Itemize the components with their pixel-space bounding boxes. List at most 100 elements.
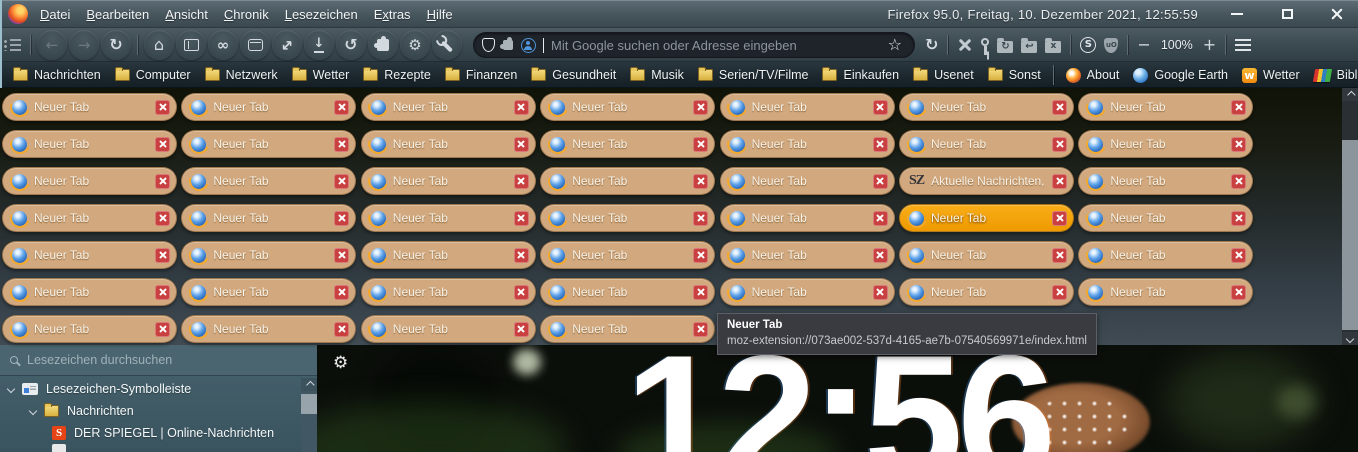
- tab-close-button[interactable]: [334, 99, 350, 115]
- bookmark-folder-nachrichten[interactable]: Nachrichten: [6, 64, 108, 86]
- tab-close-button[interactable]: [872, 284, 888, 300]
- tab-close-button[interactable]: [1052, 136, 1067, 152]
- addon-puzzle-button[interactable]: [368, 30, 398, 60]
- back-button[interactable]: [37, 30, 67, 60]
- tab-close-button[interactable]: [693, 247, 709, 263]
- bookmark-about[interactable]: About: [1059, 64, 1127, 86]
- tab-close-button[interactable]: [1052, 173, 1067, 189]
- minimize-button[interactable]: [1224, 5, 1250, 23]
- scroll-up-button[interactable]: [1342, 88, 1358, 101]
- menu-item-ansicht[interactable]: Ansicht: [157, 4, 216, 25]
- tab-item[interactable]: Neuer Tab: [2, 93, 177, 121]
- tab-close-button[interactable]: [155, 210, 170, 226]
- zoom-out-button[interactable]: [1133, 30, 1154, 60]
- hamburger-menu-button[interactable]: [1231, 30, 1255, 60]
- tab-item[interactable]: Neuer Tab: [1078, 278, 1254, 306]
- scroll-up-button[interactable]: [301, 378, 317, 391]
- forward-button[interactable]: [69, 30, 99, 60]
- tab-item[interactable]: Neuer Tab: [360, 167, 536, 195]
- tab-close-button[interactable]: [872, 247, 888, 263]
- tab-close-button[interactable]: [334, 136, 350, 152]
- tab-item[interactable]: Neuer Tab: [540, 130, 716, 158]
- tab-close-button[interactable]: [872, 210, 888, 226]
- folder-sync-button[interactable]: [993, 30, 1017, 60]
- infinity-button[interactable]: [208, 30, 238, 60]
- tree-item-lesezeichen-symbolleiste[interactable]: Lesezeichen-Symbolleiste: [0, 378, 301, 400]
- bookmark-folder-einkaufen[interactable]: Einkaufen: [815, 64, 906, 86]
- bookmark-folder-musik[interactable]: Musik: [623, 64, 691, 86]
- menu-item-hilfe[interactable]: Hilfe: [419, 4, 461, 25]
- tab-item[interactable]: Neuer Tab: [1078, 241, 1254, 269]
- window-box-button[interactable]: [240, 30, 270, 60]
- tab-close-button[interactable]: [1052, 247, 1067, 263]
- tab-item[interactable]: Neuer Tab: [360, 130, 536, 158]
- tab-item[interactable]: Neuer Tab: [360, 241, 536, 269]
- menu-item-chronik[interactable]: Chronik: [216, 4, 277, 25]
- bookmark-star-button[interactable]: [884, 30, 906, 60]
- tab-item[interactable]: Neuer Tab: [719, 167, 895, 195]
- bookmark-folder-finanzen[interactable]: Finanzen: [438, 64, 524, 86]
- zoom-in-button[interactable]: [1199, 30, 1220, 60]
- tab-grid-scrollbar[interactable]: [1342, 88, 1358, 345]
- scroll-down-button[interactable]: [1342, 332, 1358, 345]
- sidebar-search[interactable]: [0, 345, 317, 376]
- download-button[interactable]: [304, 30, 334, 60]
- tab-item[interactable]: Neuer Tab: [2, 315, 177, 343]
- tab-close-button[interactable]: [693, 210, 709, 226]
- tab-item[interactable]: Neuer Tab: [360, 278, 536, 306]
- tab-item[interactable]: Neuer Tab: [1078, 167, 1254, 195]
- sidebar-search-input[interactable]: [27, 353, 307, 367]
- history-button[interactable]: [336, 30, 366, 60]
- tab-item[interactable]: Neuer Tab: [719, 93, 895, 121]
- tab-item[interactable]: Neuer Tab: [1078, 204, 1254, 232]
- tab-close-button[interactable]: [334, 321, 350, 337]
- list-menu-button[interactable]: [0, 30, 25, 60]
- tracker-blue-button[interactable]: [521, 30, 536, 60]
- tab-close-button[interactable]: [513, 99, 529, 115]
- scrollbar-thumb[interactable]: [1342, 140, 1358, 330]
- tab-close-button[interactable]: [155, 99, 170, 115]
- tab-close-button[interactable]: [1231, 136, 1247, 152]
- tab-item[interactable]: Neuer Tab: [2, 204, 177, 232]
- folder-close-button[interactable]: [1041, 30, 1065, 60]
- tab-item[interactable]: Neuer Tab: [540, 278, 716, 306]
- bookmark-folder-rezepte[interactable]: Rezepte: [356, 64, 438, 86]
- ublock-shield-button[interactable]: [1100, 30, 1122, 60]
- tab-close-button[interactable]: [693, 136, 709, 152]
- tab-item[interactable]: Neuer Tab: [2, 241, 177, 269]
- tab-item[interactable]: Neuer Tab: [719, 278, 895, 306]
- tab-item[interactable]: Neuer Tab: [360, 204, 536, 232]
- sidebar-scrollbar[interactable]: [301, 378, 317, 452]
- tab-item[interactable]: Neuer Tab: [181, 315, 357, 343]
- tab-item[interactable]: Neuer Tab: [899, 278, 1074, 306]
- tab-item[interactable]: Neuer Tab: [1078, 130, 1254, 158]
- chevron-down-icon[interactable]: [28, 406, 38, 416]
- tab-item[interactable]: Neuer Tab: [899, 241, 1074, 269]
- bookmark-folder-computer[interactable]: Computer: [108, 64, 198, 86]
- sync-button[interactable]: [921, 30, 942, 60]
- bookmark-bibliothek[interactable]: Bibliothek: [1307, 64, 1358, 86]
- tab-item[interactable]: Neuer Tab: [719, 241, 895, 269]
- tab-close-button[interactable]: [334, 210, 350, 226]
- tab-close-button[interactable]: [1052, 284, 1067, 300]
- tab-item[interactable]: Neuer Tab: [181, 278, 357, 306]
- tab-close-button[interactable]: [872, 173, 888, 189]
- bookmark-folder-usenet[interactable]: Usenet: [906, 64, 981, 86]
- tab-close-button[interactable]: [1231, 173, 1247, 189]
- tab-close-button[interactable]: [155, 136, 170, 152]
- tree-item-der-spiegel-online-nachrichten[interactable]: DER SPIEGEL | Online-Nachrichten: [0, 422, 301, 444]
- tab-item[interactable]: Neuer Tab: [181, 93, 357, 121]
- tab-item[interactable]: Neuer Tab: [181, 241, 357, 269]
- tab-item[interactable]: Neuer Tab: [2, 167, 177, 195]
- tab-item[interactable]: Neuer Tab: [899, 130, 1074, 158]
- menu-item-extras[interactable]: Extras: [366, 4, 419, 25]
- tab-close-button[interactable]: [872, 99, 888, 115]
- tab-item[interactable]: Neuer Tab: [719, 130, 895, 158]
- tab-item[interactable]: Neuer Tab: [540, 315, 716, 343]
- close-button[interactable]: [1324, 5, 1350, 23]
- sidebar-panel-button[interactable]: [176, 30, 206, 60]
- bookmark-folder-netzwerk[interactable]: Netzwerk: [198, 64, 285, 86]
- tab-close-button[interactable]: [1231, 210, 1247, 226]
- tab-item[interactable]: Neuer Tab: [181, 204, 357, 232]
- tab-close-button[interactable]: [155, 321, 170, 337]
